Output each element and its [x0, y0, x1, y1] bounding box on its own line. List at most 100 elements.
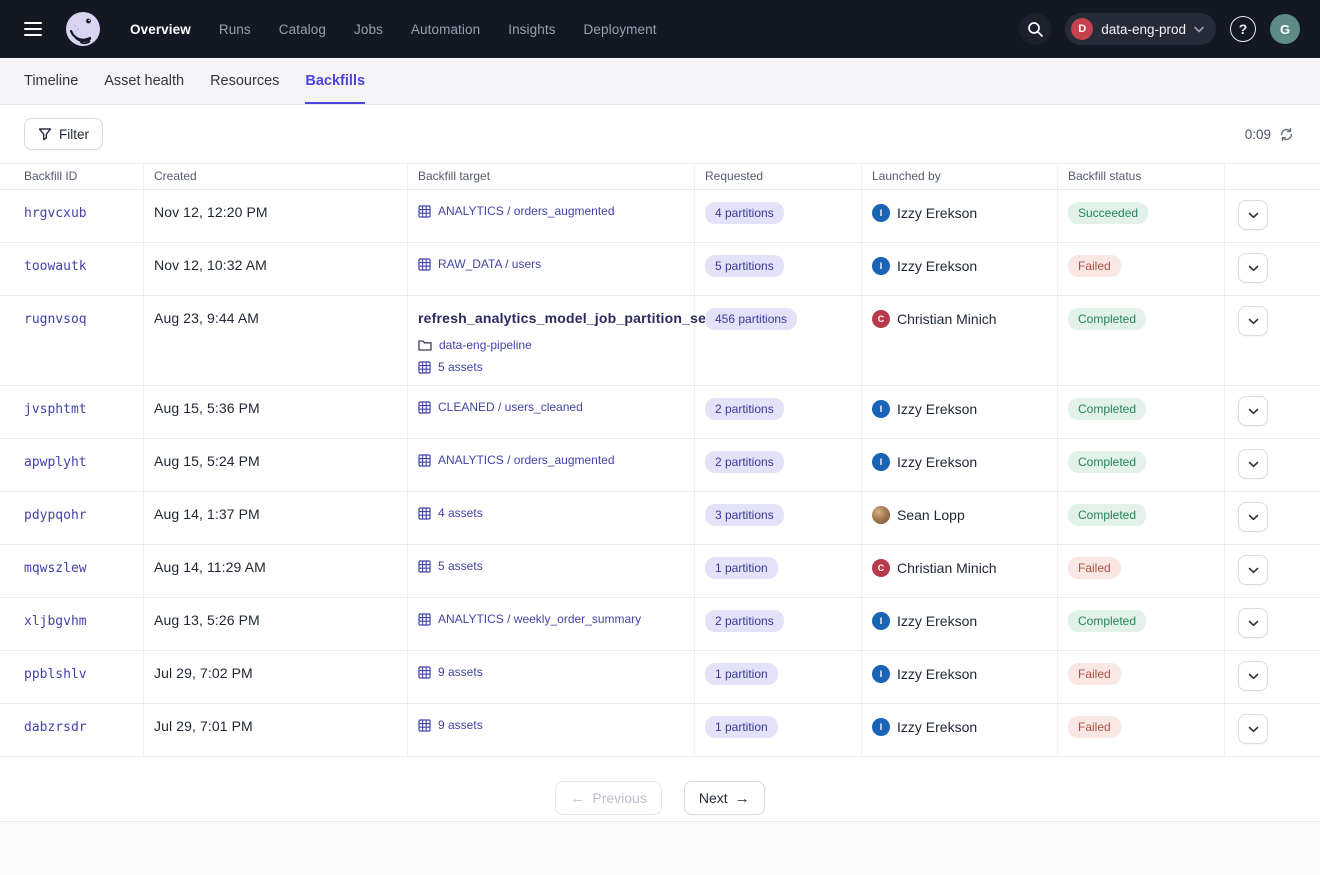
created-value: Aug 13, 5:26 PM: [154, 612, 260, 628]
user-avatar-icon: I: [872, 718, 890, 736]
status-badge: Failed: [1068, 716, 1121, 738]
nav-item-overview[interactable]: Overview: [130, 22, 191, 37]
target-link[interactable]: 9 assets: [438, 665, 483, 679]
target-line: data-eng-pipeline: [418, 338, 684, 352]
nav-item-catalog[interactable]: Catalog: [279, 22, 326, 37]
tab-backfills[interactable]: Backfills: [305, 58, 365, 104]
nav-item-jobs[interactable]: Jobs: [354, 22, 383, 37]
user-name: Izzy Erekson: [897, 401, 977, 417]
deployment-name: data-eng-prod: [1101, 22, 1186, 37]
row-actions-menu-button[interactable]: [1238, 253, 1268, 283]
backfill-id-link[interactable]: jvsphtmt: [24, 402, 87, 417]
backfill-id-link[interactable]: apwplyht: [24, 455, 87, 470]
row-actions-menu-button[interactable]: [1238, 714, 1268, 744]
nav-item-runs[interactable]: Runs: [219, 22, 251, 37]
filter-button[interactable]: Filter: [24, 118, 103, 150]
next-page-button[interactable]: Next →: [684, 781, 765, 815]
partitions-badge: 3 partitions: [705, 504, 784, 526]
created-cell: Aug 15, 5:24 PM: [144, 439, 408, 491]
backfill-status-cell: Succeeded: [1058, 190, 1225, 242]
backfill-target-cell: 4 assets: [408, 492, 695, 544]
backfill-id-link[interactable]: mqwszlew: [24, 561, 87, 576]
created-value: Jul 29, 7:02 PM: [154, 665, 253, 681]
backfill-id-link[interactable]: ppblshlv: [24, 667, 87, 682]
backfill-id-cell: toowautk: [0, 243, 144, 295]
chevron-down-icon: [1248, 265, 1259, 272]
target-link[interactable]: ANALYTICS / orders_augmented: [438, 453, 615, 467]
backfill-id-link[interactable]: dabzrsdr: [24, 720, 87, 735]
target-link[interactable]: ANALYTICS / orders_augmented: [438, 204, 615, 218]
deployment-switcher[interactable]: D data-eng-prod: [1065, 13, 1216, 45]
user-avatar-icon: [872, 506, 890, 524]
user-avatar[interactable]: G: [1270, 14, 1300, 44]
asset-grid-icon: [418, 205, 431, 218]
row-actions-menu-button[interactable]: [1238, 449, 1268, 479]
row-actions-menu-button[interactable]: [1238, 555, 1268, 585]
help-icon[interactable]: ?: [1230, 16, 1256, 42]
target-link[interactable]: 5 assets: [438, 360, 483, 374]
refresh-icon[interactable]: [1279, 127, 1294, 142]
actions-cell: [1225, 545, 1320, 597]
requested-cell: 1 partition: [695, 545, 862, 597]
status-badge: Completed: [1068, 610, 1146, 632]
partitions-badge: 1 partition: [705, 557, 778, 579]
column-header-launched-by: Launched by: [862, 164, 1058, 189]
nav-item-automation[interactable]: Automation: [411, 22, 480, 37]
tab-resources[interactable]: Resources: [210, 58, 279, 104]
target-link[interactable]: 9 assets: [438, 718, 483, 732]
requested-cell: 5 partitions: [695, 243, 862, 295]
row-actions-menu-button[interactable]: [1238, 200, 1268, 230]
user-name: Izzy Erekson: [897, 613, 977, 629]
target-line: ANALYTICS / orders_augmented: [418, 453, 684, 467]
backfill-id-link[interactable]: toowautk: [24, 259, 87, 274]
backfill-id-link[interactable]: pdypqohr: [24, 508, 87, 523]
column-header-backfill-target: Backfill target: [408, 164, 695, 189]
tab-timeline[interactable]: Timeline: [24, 58, 78, 104]
backfill-status-cell: Completed: [1058, 296, 1225, 385]
backfill-id-cell: apwplyht: [0, 439, 144, 491]
backfill-id-link[interactable]: hrgvcxub: [24, 206, 87, 221]
table-row: ppblshlvJul 29, 7:02 PM9 assets1 partiti…: [0, 651, 1320, 704]
nav-item-insights[interactable]: Insights: [508, 22, 555, 37]
target-line: RAW_DATA / users: [418, 257, 684, 271]
backfill-id-cell: jvsphtmt: [0, 386, 144, 438]
previous-label: Previous: [592, 790, 646, 806]
created-value: Aug 15, 5:24 PM: [154, 453, 260, 469]
row-actions-menu-button[interactable]: [1238, 306, 1268, 336]
nav-item-deployment[interactable]: Deployment: [584, 22, 657, 37]
row-actions-menu-button[interactable]: [1238, 502, 1268, 532]
row-actions-menu-button[interactable]: [1238, 661, 1268, 691]
actions-cell: [1225, 439, 1320, 491]
previous-page-button[interactable]: ← Previous: [555, 781, 661, 815]
table-row: rugnvsoqAug 23, 9:44 AMrefresh_analytics…: [0, 296, 1320, 386]
status-badge: Completed: [1068, 308, 1146, 330]
row-actions-menu-button[interactable]: [1238, 608, 1268, 638]
tab-asset-health[interactable]: Asset health: [104, 58, 184, 104]
target-line: 9 assets: [418, 665, 684, 679]
backfill-id-link[interactable]: rugnvsoq: [24, 312, 87, 327]
job-title-link[interactable]: refresh_analytics_model_job_partition_se…: [418, 310, 711, 326]
target-link[interactable]: 4 assets: [438, 506, 483, 520]
dagster-logo[interactable]: [64, 10, 102, 48]
created-cell: Aug 13, 5:26 PM: [144, 598, 408, 650]
backfill-id-link[interactable]: xljbgvhm: [24, 614, 87, 629]
created-cell: Jul 29, 7:02 PM: [144, 651, 408, 703]
launched-by-cell: IIzzy Erekson: [862, 386, 1058, 438]
target-link[interactable]: data-eng-pipeline: [439, 338, 532, 352]
row-actions-menu-button[interactable]: [1238, 396, 1268, 426]
backfill-id-cell: xljbgvhm: [0, 598, 144, 650]
search-icon[interactable]: [1019, 13, 1051, 45]
status-badge: Completed: [1068, 451, 1146, 473]
created-value: Nov 12, 12:20 PM: [154, 204, 268, 220]
requested-cell: 4 partitions: [695, 190, 862, 242]
target-link[interactable]: ANALYTICS / weekly_order_summary: [438, 612, 641, 626]
chevron-down-icon: [1248, 726, 1259, 733]
launched-by-user: I Izzy Erekson: [872, 718, 1047, 736]
requested-cell: 456 partitions: [695, 296, 862, 385]
asset-grid-icon: [418, 719, 431, 732]
menu-icon[interactable]: [16, 12, 50, 46]
target-link[interactable]: CLEANED / users_cleaned: [438, 400, 583, 414]
target-link[interactable]: 5 assets: [438, 559, 483, 573]
target-link[interactable]: RAW_DATA / users: [438, 257, 541, 271]
user-name: Izzy Erekson: [897, 719, 977, 735]
